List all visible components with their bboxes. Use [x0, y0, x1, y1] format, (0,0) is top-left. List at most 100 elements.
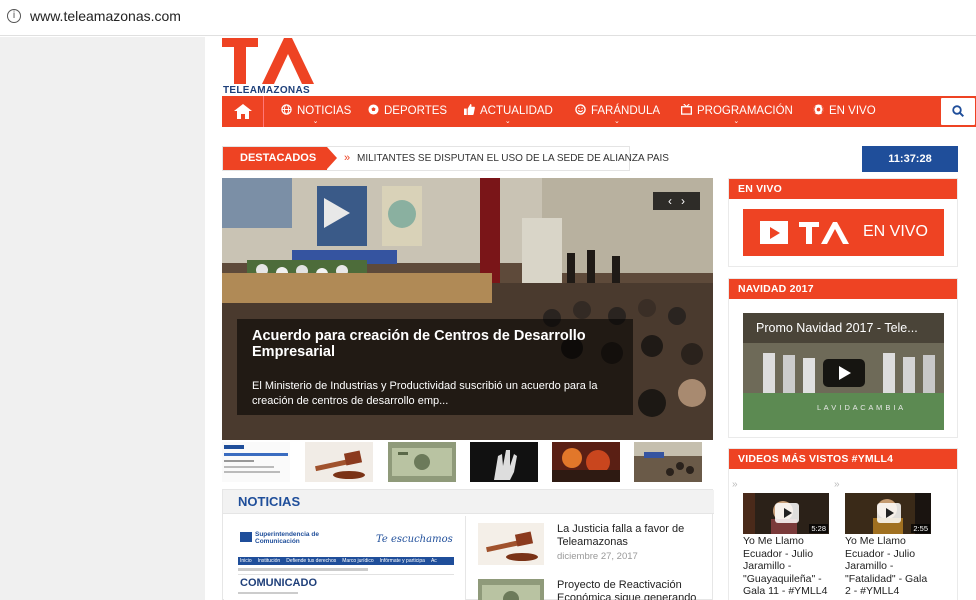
- live-stream-button[interactable]: EN VIVO: [743, 209, 944, 256]
- play-icon[interactable]: [775, 503, 799, 523]
- nav-item-noticias[interactable]: NOTICIAS ⌄: [280, 96, 351, 127]
- play-icon[interactable]: [877, 503, 901, 523]
- play-icon[interactable]: [823, 359, 865, 387]
- nav-item-label: ACTUALIDAD: [480, 105, 553, 117]
- chevron-right-icon: »: [344, 152, 351, 164]
- hand-image: [470, 442, 538, 482]
- home-icon: [234, 104, 252, 119]
- home-button[interactable]: [222, 96, 264, 127]
- org-nav-item: Inicio: [240, 558, 252, 564]
- video-caption[interactable]: Yo Me Llamo Ecuador - Julio Jaramillo - …: [845, 535, 933, 598]
- meeting-image: [634, 442, 702, 482]
- thumbs-up-icon: [464, 104, 475, 115]
- fire-scene-image: [552, 442, 620, 482]
- nav-item-farandula[interactable]: FARÁNDULA ⌄: [574, 96, 660, 127]
- hero-title[interactable]: Acuerdo para creación de Centros de Desa…: [252, 328, 622, 360]
- ticker-label: DESTACADOS: [223, 147, 337, 170]
- clock: 11:37:28: [862, 146, 958, 172]
- most-viewed-heading: VIDEOS MÁS VISTOS #YMLL4: [729, 449, 957, 469]
- hero-caption[interactable]: Acuerdo para creación de Centros de Desa…: [237, 319, 633, 415]
- nav-item-label: NOTICIAS: [297, 105, 352, 117]
- nav-item-en-vivo[interactable]: EN VIVO: [812, 96, 876, 127]
- comunicado-heading: COMUNICADO: [240, 577, 317, 589]
- chevron-down-icon: ⌄: [733, 118, 740, 125]
- org-nav-item: Institución: [257, 558, 281, 564]
- slider-arrows[interactable]: ‹›: [653, 192, 700, 210]
- site-logo[interactable]: TELEAMAZONAS: [222, 38, 322, 96]
- slider-thumbnail[interactable]: [552, 442, 620, 482]
- slider-thumbnail[interactable]: [634, 442, 702, 482]
- banknotes-image: [478, 579, 544, 600]
- org-slogan: Te escuchamos: [376, 534, 453, 545]
- chevron-down-icon: ⌄: [614, 118, 620, 125]
- org-nav-item: Marco jurídico: [342, 558, 374, 564]
- news-featured-card[interactable]: Superintendencia de Comunicación Te escu…: [224, 516, 466, 600]
- most-viewed-list: » 5:28 Yo Me Llamo Ecuador - Julio Jaram…: [729, 479, 959, 600]
- org-nav-item: Defiende tus derechos: [286, 558, 337, 564]
- news-item[interactable]: Proyecto de Reactivación Económica sigue…: [478, 579, 710, 600]
- smile-icon: [575, 104, 586, 115]
- news-heading: NOTICIAS: [223, 490, 714, 514]
- play-icon: [760, 221, 788, 244]
- nav-item-actualidad[interactable]: ACTUALIDAD ⌄: [463, 96, 553, 127]
- gavel-image: [478, 523, 544, 565]
- chevron-down-icon: ⌄: [312, 118, 319, 125]
- org-site-nav: Inicio Institución Defiende tus derechos Ma…: [240, 558, 454, 565]
- soccer-ball-icon: [368, 104, 379, 115]
- nav-item-label: EN VIVO: [829, 105, 876, 117]
- most-viewed-section: VIDEOS MÁS VISTOS #YMLL4 » 5:28 Yo Me Ll…: [728, 448, 958, 600]
- christmas-section: NAVIDAD 2017 Promo Navidad 2017 - Tele..…: [728, 278, 958, 438]
- nav-item-deportes[interactable]: DEPORTES: [367, 96, 447, 127]
- news-item-title[interactable]: La Justicia falla a favor de Teleamazona…: [557, 523, 717, 549]
- live-section: EN VIVO EN VIVO: [728, 178, 958, 267]
- page: TELEAMAZONAS NOTICIAS ⌄ DEPORTES ACTUALI…: [205, 37, 976, 600]
- org-nav-item: Infórmate y participa: [379, 558, 425, 564]
- news-item-image: [478, 523, 544, 565]
- hero-description: El Ministerio de Industrias y Productivi…: [252, 380, 598, 407]
- news-featured-image: Superintendencia de Comunicación Te escu…: [238, 526, 454, 600]
- tv-icon: [680, 104, 693, 115]
- chevron-left-icon[interactable]: ‹: [668, 194, 681, 208]
- christmas-heading: NAVIDAD 2017: [729, 279, 957, 299]
- news-section: NOTICIAS Superintendencia de Comunicació…: [222, 489, 714, 600]
- news-item-date: diciembre 27, 2017: [557, 551, 638, 562]
- info-icon[interactable]: i: [7, 9, 21, 23]
- video-duration: 5:28: [809, 524, 828, 533]
- logo-mark-icon: [799, 222, 849, 244]
- news-item-title[interactable]: Proyecto de Reactivación Económica sigue…: [557, 579, 717, 600]
- org-name: Superintendencia de Comunicación: [255, 531, 319, 545]
- nav-item-label: PROGRAMACIÓN: [697, 105, 793, 117]
- slider-thumbnails: [222, 442, 713, 487]
- main-nav: NOTICIAS ⌄ DEPORTES ACTUALIDAD ⌄ FARÁNDU…: [222, 96, 976, 127]
- slider-thumbnail[interactable]: [388, 442, 456, 482]
- hero-slider[interactable]: ‹› Acuerdo para creación de Centros de D…: [222, 178, 713, 440]
- video-thumbnail[interactable]: 2:55: [845, 493, 931, 534]
- video-duration: 2:55: [911, 524, 930, 533]
- logo-wordmark: TELEAMAZONAS: [223, 85, 310, 96]
- slider-thumbnail[interactable]: [222, 442, 290, 482]
- chevron-down-icon: ⌄: [504, 118, 511, 125]
- christmas-video[interactable]: Promo Navidad 2017 - Tele... L A V I D A…: [743, 313, 944, 430]
- browser-address-bar[interactable]: i www.teleamazonas.com: [0, 0, 976, 36]
- document-thumbnail-image: [222, 442, 290, 482]
- live-button-label: EN VIVO: [863, 223, 928, 240]
- news-item[interactable]: La Justicia falla a favor de Teleamazona…: [478, 523, 710, 569]
- video-title[interactable]: Promo Navidad 2017 - Tele...: [756, 321, 918, 335]
- slider-thumbnail[interactable]: [305, 442, 373, 482]
- ticker-headline[interactable]: MILITANTES SE DISPUTAN EL USO DE LA SEDE…: [357, 147, 669, 170]
- highlights-ticker: DESTACADOS » MILITANTES SE DISPUTAN EL U…: [222, 146, 669, 171]
- nav-item-programacion[interactable]: PROGRAMACIÓN ⌄: [680, 96, 793, 127]
- banknotes-image: [388, 442, 456, 482]
- nav-item-label: FARÁNDULA: [591, 105, 661, 117]
- left-gutter: [0, 37, 205, 600]
- slider-thumbnail[interactable]: [470, 442, 538, 482]
- chevron-right-icon[interactable]: ›: [681, 194, 694, 208]
- search-button[interactable]: [941, 98, 975, 125]
- chevron-right-icon: »: [732, 479, 738, 490]
- video-footer-text: L A V I D A C A M B I A: [817, 403, 904, 412]
- video-thumbnail[interactable]: 5:28: [743, 493, 829, 534]
- video-caption[interactable]: Yo Me Llamo Ecuador - Julio Jaramillo - …: [743, 535, 831, 598]
- url-text[interactable]: www.teleamazonas.com: [30, 8, 181, 24]
- broadcast-icon: [813, 104, 824, 115]
- live-heading: EN VIVO: [729, 179, 957, 199]
